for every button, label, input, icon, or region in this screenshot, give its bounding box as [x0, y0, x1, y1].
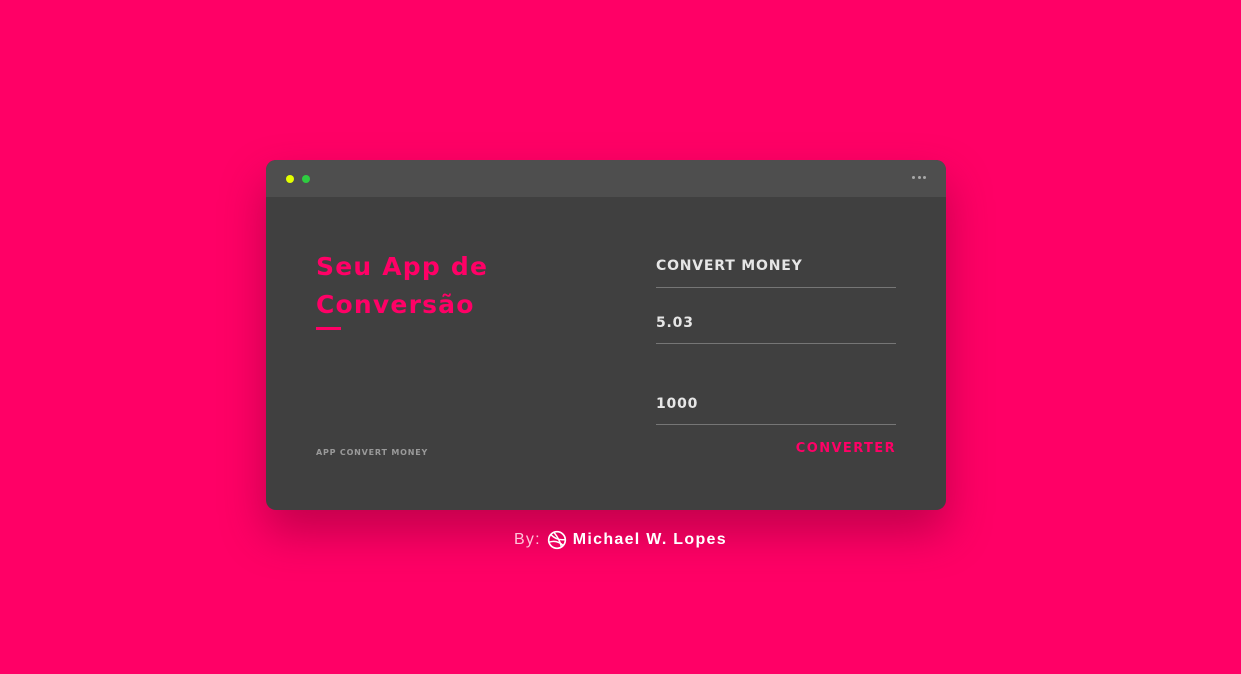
- credit-prefix: By:: [514, 531, 541, 548]
- window-maximize-dot[interactable]: [302, 175, 310, 183]
- menu-dot: [917, 175, 921, 179]
- exchange-rate-input[interactable]: [656, 311, 896, 335]
- menu-dot: [912, 175, 915, 179]
- author-credit: By: Michael W. Lopes: [0, 530, 1241, 550]
- window-titlebar: [266, 160, 946, 197]
- window-minimize-dot[interactable]: [286, 175, 294, 183]
- dribbble-icon[interactable]: [547, 530, 567, 550]
- menu-dot: [923, 175, 926, 179]
- convert-button[interactable]: CONVERTER: [796, 441, 896, 456]
- title-underline: [316, 327, 341, 330]
- rate-field-underline: [656, 343, 896, 344]
- section-divider: [656, 287, 896, 288]
- app-window: Seu App de Conversão APP CONVERT MONEY C…: [266, 160, 946, 510]
- app-title: Seu App de Conversão: [316, 252, 489, 319]
- author-link[interactable]: Michael W. Lopes: [573, 531, 727, 549]
- converter-section-title: CONVERT MONEY: [656, 258, 803, 274]
- amount-field-underline: [656, 424, 896, 425]
- app-footer-label: APP CONVERT MONEY: [316, 448, 429, 457]
- amount-input[interactable]: [656, 392, 896, 416]
- more-horizontal-icon[interactable]: [912, 172, 926, 182]
